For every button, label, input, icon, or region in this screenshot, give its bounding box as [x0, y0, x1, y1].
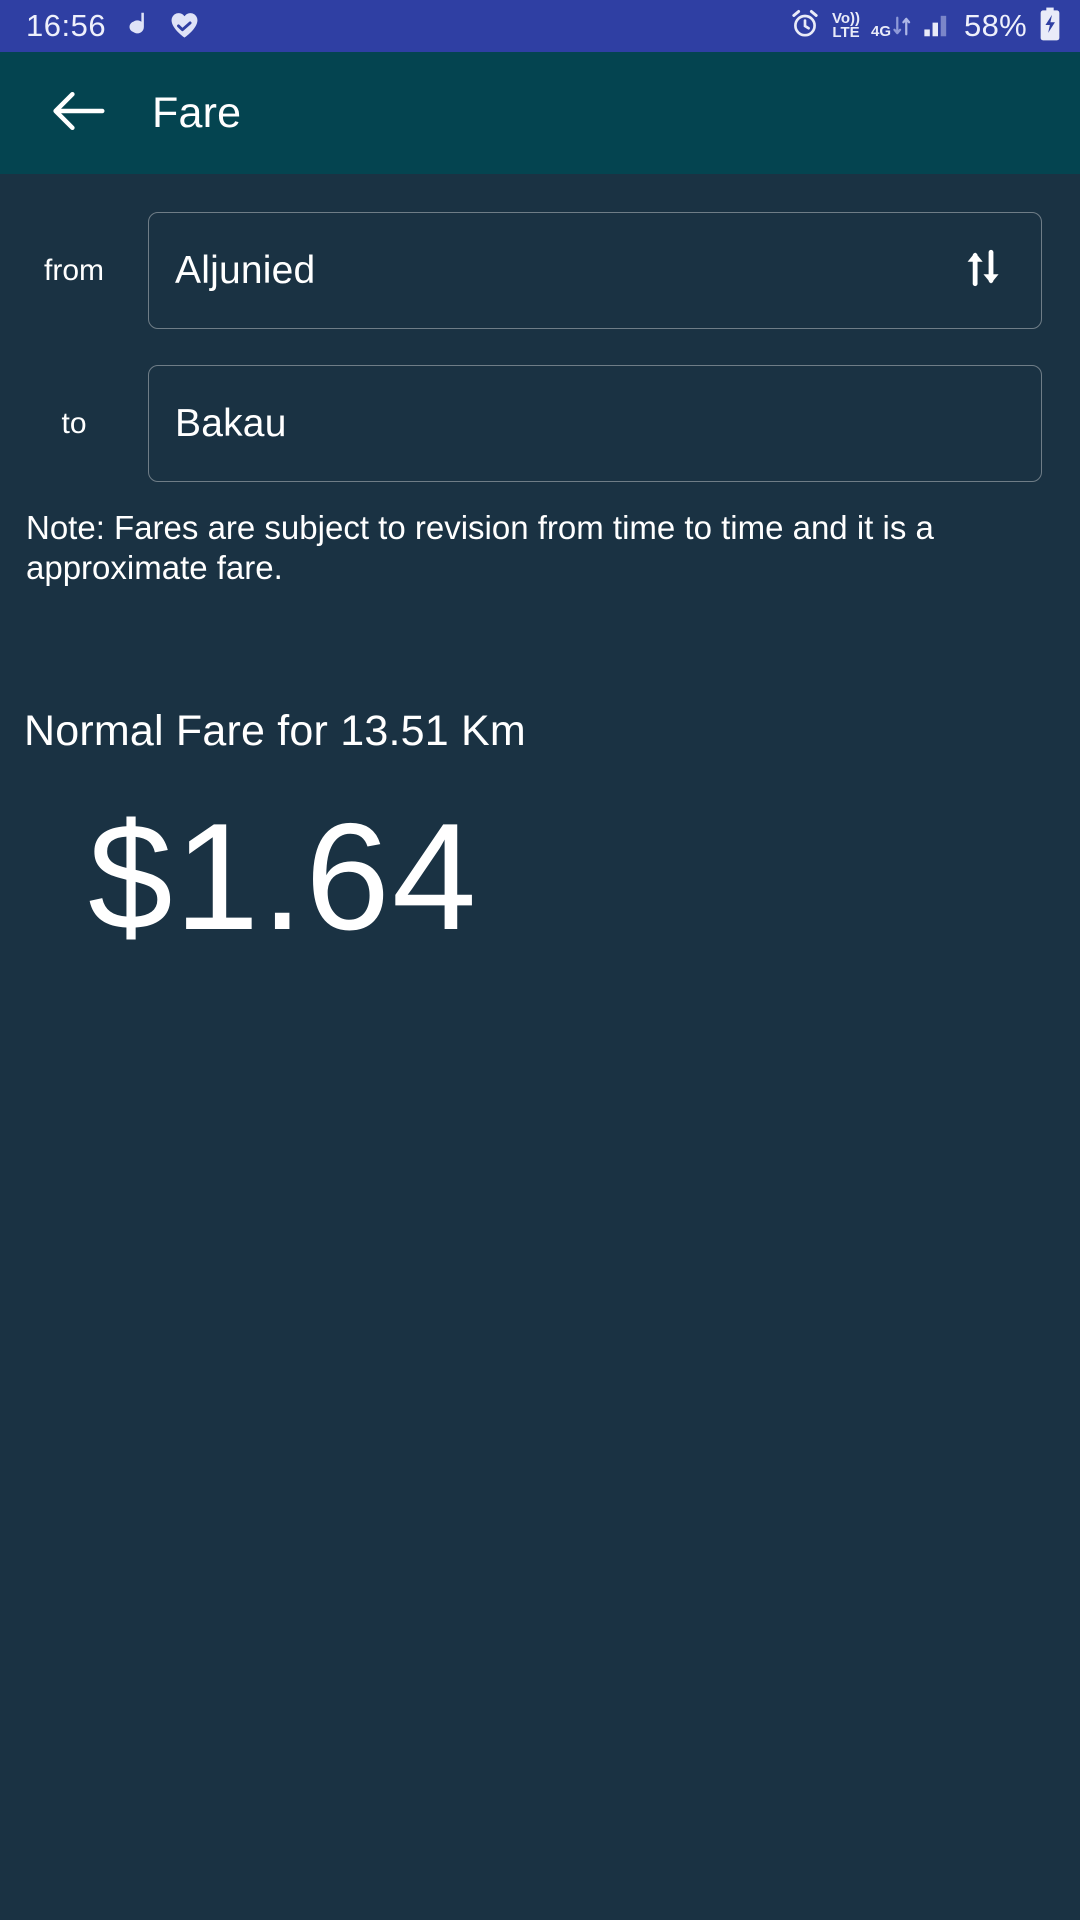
from-label: from — [44, 253, 104, 287]
heart-check-icon — [168, 9, 201, 44]
page-title: Fare — [152, 88, 242, 137]
from-row: from Aljunied — [0, 212, 1080, 329]
status-bar-left: 16:56 — [26, 8, 201, 44]
main-content: from Aljunied to Bakau Note: Fares are s… — [0, 212, 1080, 957]
network-4g-icon: 4G — [871, 13, 912, 39]
fare-amount: $1.64 — [88, 791, 479, 962]
fare-heading: Normal Fare for 13.51 Km — [24, 706, 526, 755]
swap-vertical-icon — [960, 244, 1008, 297]
battery-charging-icon — [1038, 7, 1062, 46]
app-d-icon — [122, 9, 152, 44]
from-field[interactable]: Aljunied — [148, 212, 1042, 329]
volte-icon: Vo)) LTE — [831, 9, 861, 41]
status-bar-right: Vo)) LTE 4G 58% — [789, 7, 1062, 46]
swap-stations-button[interactable] — [953, 240, 1015, 302]
fare-note: Note: Fares are subject to revision from… — [26, 509, 934, 587]
to-value: Bakau — [175, 401, 287, 445]
signal-bars-icon — [923, 10, 953, 43]
to-label: to — [61, 406, 87, 440]
battery-percent-label: 58% — [964, 8, 1027, 43]
to-row: to Bakau — [0, 365, 1080, 482]
arrow-left-icon — [50, 90, 106, 137]
to-field[interactable]: Bakau — [148, 365, 1042, 482]
from-value: Aljunied — [175, 248, 316, 292]
status-time: 16:56 — [26, 8, 107, 43]
alarm-icon — [789, 8, 821, 45]
status-bar: 16:56 Vo)) LTE 4G 58% — [0, 0, 1080, 52]
back-button[interactable] — [46, 81, 110, 145]
app-bar: Fare — [0, 52, 1080, 174]
